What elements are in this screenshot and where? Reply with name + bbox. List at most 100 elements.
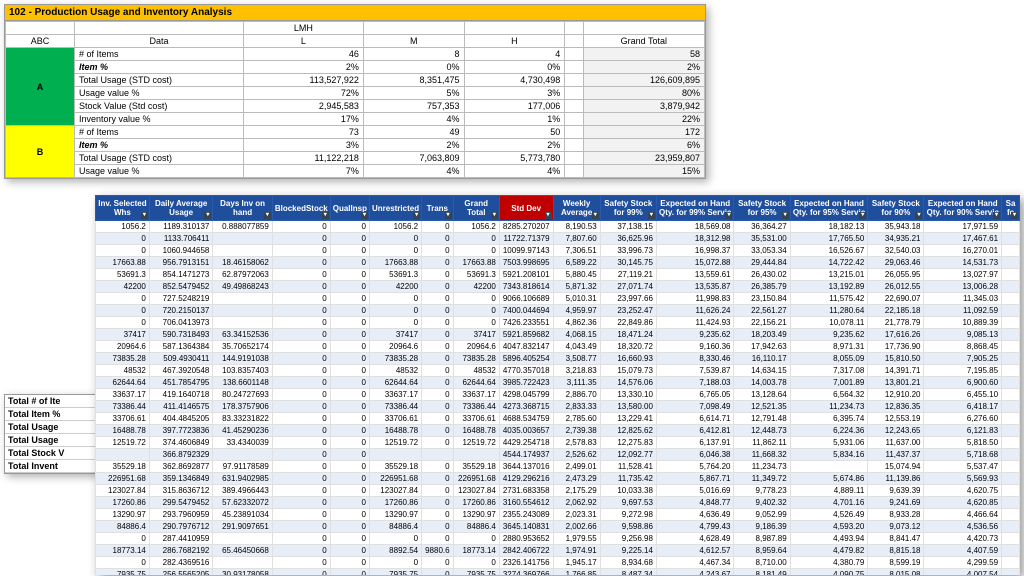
grid-cell[interactable]	[1002, 353, 1020, 365]
grid-cell[interactable]: 0	[330, 305, 369, 317]
grid-cell[interactable]	[1002, 257, 1020, 269]
grid-cell[interactable]: 6,765.05	[656, 389, 734, 401]
grid-cell[interactable]: 18,312.98	[656, 233, 734, 245]
grid-cell[interactable]: 0	[422, 377, 453, 389]
grid-cell[interactable]: 362.8692877	[149, 461, 213, 473]
grid-cell[interactable]: 0	[272, 353, 330, 365]
grid-cell[interactable]: 0	[330, 389, 369, 401]
grid-cell[interactable]: 9880.6	[422, 545, 453, 557]
grid-cell[interactable]: 16,660.93	[600, 353, 656, 365]
grid-cell[interactable]: 11,998.83	[656, 293, 734, 305]
grid-cell[interactable]: 287.4410959	[149, 533, 213, 545]
grid-cell[interactable]: 7503.998695	[499, 257, 553, 269]
grid-cell[interactable]: 5921.208101	[499, 269, 553, 281]
grid-cell[interactable]: 8285.270207	[499, 221, 553, 233]
filter-dropdown-icon[interactable]: ▾	[1011, 212, 1018, 219]
grid-cell[interactable]: 33706.61	[453, 413, 499, 425]
grid-cell[interactable]: 4544.174937	[499, 449, 553, 461]
grid-cell[interactable]: 9,085.13	[924, 329, 1002, 341]
grid-cell[interactable]: 291.9097651	[213, 521, 272, 533]
grid-cell[interactable]: 0	[330, 269, 369, 281]
grid-cell[interactable]: 0	[422, 425, 453, 437]
grid-cell[interactable]: 4,090.75	[790, 569, 868, 576]
grid-cell[interactable]: 42200	[96, 281, 150, 293]
grid-cell[interactable]	[213, 245, 272, 257]
grid-cell[interactable]: 11,234.73	[790, 401, 868, 413]
grid-cell[interactable]: 0	[272, 317, 330, 329]
grid-cell[interactable]: 4,862.36	[553, 317, 600, 329]
grid-cell[interactable]: 2,833.33	[553, 401, 600, 413]
grid-cell[interactable]: 0	[330, 437, 369, 449]
grid-cell[interactable]: 0	[330, 557, 369, 569]
grid-cell[interactable]: 5,834.16	[790, 449, 868, 461]
grid-cell[interactable]: 0	[330, 221, 369, 233]
grid-cell[interactable]	[213, 317, 272, 329]
grid-cell[interactable]: 397.7723836	[149, 425, 213, 437]
grid-cell[interactable]	[213, 305, 272, 317]
grid-cell[interactable]: 42200	[453, 281, 499, 293]
grid-cell[interactable]: 23,252.47	[600, 305, 656, 317]
grid-cell[interactable]: 15,810.50	[868, 353, 924, 365]
grid-cell[interactable]: 2880.953652	[499, 533, 553, 545]
grid-cell[interactable]: 0	[422, 389, 453, 401]
grid-cell[interactable]: 8892.54	[369, 545, 421, 557]
grid-cell[interactable]: 17,616.26	[868, 329, 924, 341]
pivot-col-blank[interactable]	[565, 35, 583, 48]
pivot-group-B[interactable]: B	[6, 126, 75, 178]
grid-cell[interactable]: 80.24727693	[213, 389, 272, 401]
grid-cell[interactable]: 0	[272, 545, 330, 557]
grid-cell[interactable]: 22,849.86	[600, 317, 656, 329]
grid-cell[interactable]: 22,156.21	[734, 317, 790, 329]
grid-cell[interactable]: 13,580.00	[600, 401, 656, 413]
grid-cell[interactable]: 123027.84	[96, 485, 150, 497]
grid-cell[interactable]: 0	[96, 533, 150, 545]
grid-cell[interactable]: 0	[422, 413, 453, 425]
grid-cell[interactable]: 18,569.08	[656, 221, 734, 233]
grid-cell[interactable]: 73835.28	[369, 353, 421, 365]
grid-cell[interactable]: 6,900.60	[924, 377, 1002, 389]
grid-cell[interactable]: 15,074.94	[868, 461, 924, 473]
filter-dropdown-icon[interactable]: ▾	[141, 212, 148, 219]
grid-cell[interactable]: 0	[422, 437, 453, 449]
grid-cell[interactable]: 3160.554612	[499, 497, 553, 509]
grid-cell[interactable]: 0	[330, 485, 369, 497]
grid-cell[interactable]: 286.7682192	[149, 545, 213, 557]
grid-cell[interactable]: 84886.4	[453, 521, 499, 533]
grid-cell[interactable]: 10,889.39	[924, 317, 1002, 329]
grid-cell[interactable]: 5921.859682	[499, 329, 553, 341]
grid-cell[interactable]	[1002, 293, 1020, 305]
grid-cell[interactable]: 6,046.38	[656, 449, 734, 461]
grid-cell[interactable]: 33706.61	[369, 413, 421, 425]
grid-cell[interactable]: 9066.106689	[499, 293, 553, 305]
grid-cell[interactable]: 6,455.10	[924, 389, 1002, 401]
grid-cell[interactable]: 8,015.08	[868, 569, 924, 576]
grid-cell[interactable]: 2,785.60	[553, 413, 600, 425]
grid-cell[interactable]	[213, 449, 272, 461]
grid-cell[interactable]: 20964.6	[369, 341, 421, 353]
grid-cell[interactable]: 5,569.93	[924, 473, 1002, 485]
pivot-col-gt[interactable]: Grand Total	[583, 35, 704, 48]
grid-cell[interactable]	[369, 449, 421, 461]
grid-header[interactable]: Days Inv on hand▾	[213, 196, 272, 221]
pivot-abc-label[interactable]: ABC	[6, 35, 75, 48]
grid-cell[interactable]: 3,508.77	[553, 353, 600, 365]
grid-cell[interactable]: 4,243.67	[656, 569, 734, 576]
grid-cell[interactable]	[1002, 281, 1020, 293]
grid-cell[interactable]: 2,739.38	[553, 425, 600, 437]
grid-cell[interactable]: 0	[422, 317, 453, 329]
grid-cell[interactable]: 2,526.62	[553, 449, 600, 461]
grid-cell[interactable]: 2326.141756	[499, 557, 553, 569]
grid-cell[interactable]: 8,487.34	[600, 569, 656, 576]
grid-cell[interactable]: 123027.84	[369, 485, 421, 497]
grid-cell[interactable]: 590.7318493	[149, 329, 213, 341]
grid-cell[interactable]: 15,072.88	[656, 257, 734, 269]
grid-cell[interactable]: 18773.14	[96, 545, 150, 557]
grid-cell[interactable]: 13,215.01	[790, 269, 868, 281]
grid-cell[interactable]: 0	[330, 233, 369, 245]
grid-cell[interactable]: 29,444.84	[734, 257, 790, 269]
grid-cell[interactable]: 0	[330, 569, 369, 576]
grid-cell[interactable]: 4,959.97	[553, 305, 600, 317]
grid-cell[interactable]: 0	[422, 257, 453, 269]
grid-cell[interactable]: 8,959.64	[734, 545, 790, 557]
grid-cell[interactable]: 5,880.45	[553, 269, 600, 281]
